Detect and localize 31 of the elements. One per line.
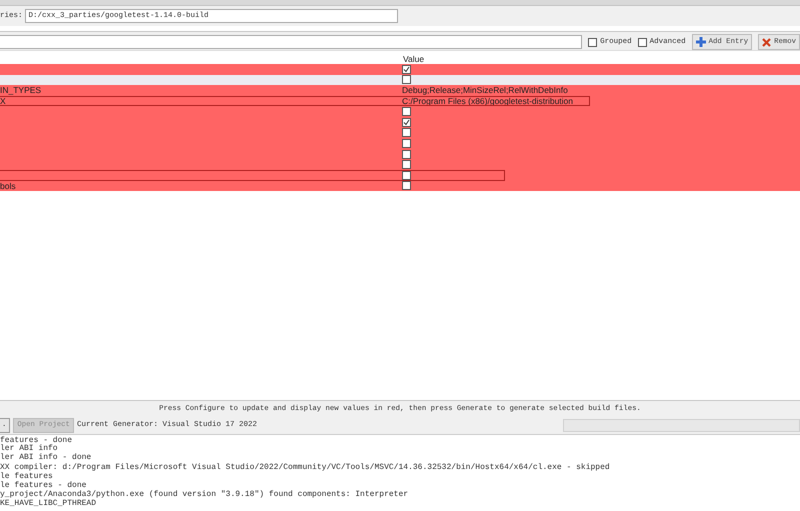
checkbox[interactable]	[402, 118, 411, 127]
cache-row[interactable]: IN_TYPES Debug;Release;MinSizeRel;RelWithDebInfo	[0, 85, 800, 96]
entry-value: C:/Program Files (x86)/googletest-distribution	[402, 96, 574, 106]
log-line: y_project/Anaconda3/python.exe (found version "3.9.18") found components: Interpreter	[0, 490, 410, 500]
checkbox[interactable]	[402, 160, 411, 170]
checkbox[interactable]	[402, 107, 411, 116]
checkbox[interactable]	[402, 75, 411, 84]
checkbox[interactable]	[638, 38, 647, 46]
log-line: ler ABI info	[0, 444, 59, 454]
entry-name: IN_TYPES	[0, 85, 42, 96]
checkbox[interactable]	[402, 181, 411, 190]
log-line: KE_HAVE_LIBC_PTHREAD	[0, 499, 98, 508]
cache-row[interactable]: bols	[0, 180, 800, 192]
log-line: ler ABI info - done	[0, 453, 92, 463]
entry-value: Debug;Release;MinSizeRel;RelWithDebInfo	[402, 85, 568, 96]
column-header: Value	[403, 54, 424, 64]
close-icon	[762, 38, 772, 46]
entry-name: X	[0, 96, 6, 106]
checkbox[interactable]	[402, 138, 411, 148]
checkbox[interactable]	[588, 38, 598, 46]
checkbox[interactable]	[402, 64, 411, 74]
log-line: features - done	[0, 435, 74, 444]
plus-icon	[696, 37, 706, 47]
checkbox[interactable]	[402, 150, 411, 159]
search-field[interactable]	[0, 35, 582, 49]
entry-name: bols	[0, 180, 16, 191]
checkbox[interactable]	[402, 128, 411, 138]
cache-row[interactable]: X C:/Program Files (x86)/googletest-distribution	[0, 96, 800, 106]
log-line: le features - done	[0, 480, 88, 490]
log-line: le features	[0, 472, 53, 481]
log-line: XX compiler: d:/Program Files/Microsoft Visual Studio/2022/Community/VC/Tools/MSVC/14.36.32532/bin/Hostx64/x64/cl.exe - skipped	[0, 462, 611, 472]
